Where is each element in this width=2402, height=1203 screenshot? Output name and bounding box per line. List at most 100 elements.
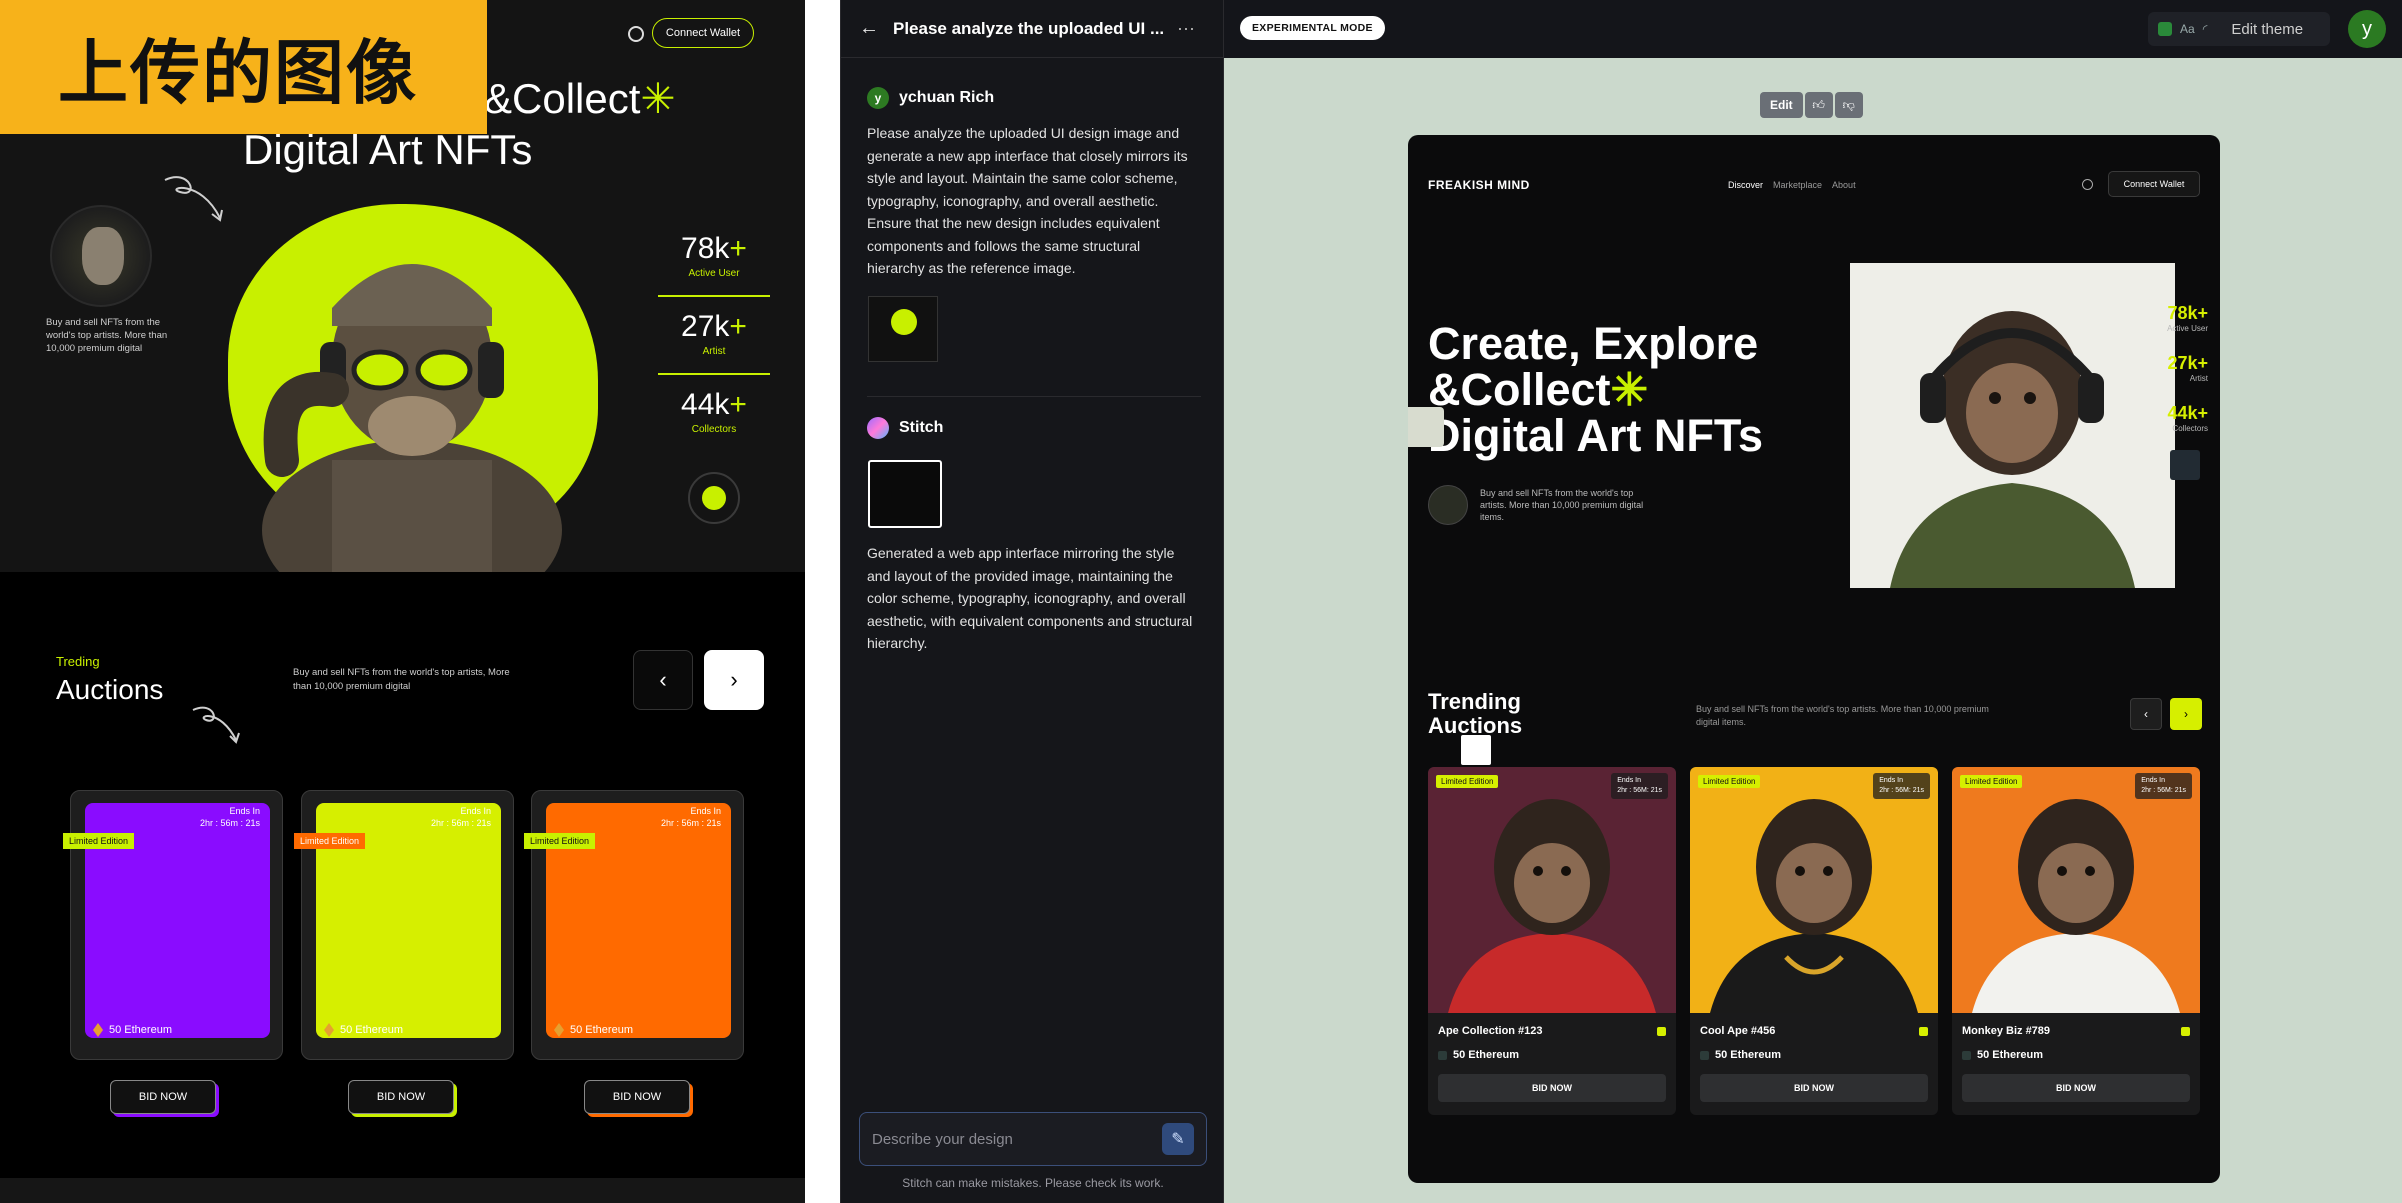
seal-icon	[688, 472, 740, 524]
thumbs-up-icon[interactable]: 👍︎	[1804, 92, 1833, 118]
auction-card[interactable]: Limited Edition Ends In 2hr : 56M: 21s Ap…	[1428, 767, 1676, 1115]
nav-about[interactable]: About	[1832, 180, 1856, 190]
preview-stat: 78k+ Active User	[2114, 303, 2208, 333]
stat-suffix: +	[729, 232, 747, 265]
attached-image-thumbnail[interactable]	[868, 296, 938, 362]
card-price: 50 Ethereum	[1962, 1049, 2043, 1061]
reference-headline-text: &Collect	[484, 75, 641, 122]
reference-bid-button: BID NOW	[110, 1080, 216, 1114]
stat-value: 27k+	[2167, 353, 2208, 373]
auction-card[interactable]: Limited Edition Ends In 2hr : 56M: 21s Co…	[1690, 767, 1938, 1115]
floating-marker	[1461, 735, 1491, 765]
limited-edition-tag: Limited Edition	[63, 833, 135, 849]
reference-bid-button: BID NOW	[584, 1080, 690, 1114]
theme-color-swatch	[2158, 22, 2172, 36]
ethereum-icon	[1438, 1050, 1447, 1060]
time-left: 2hr : 56m : 21s	[430, 818, 491, 828]
stat-divider	[658, 373, 770, 375]
ends-label: Ends In	[1617, 777, 1641, 784]
user-message-header: y ychuan Rich	[867, 87, 994, 109]
side-widget-icon[interactable]	[2170, 450, 2200, 480]
stat-value: 78k+	[2167, 303, 2208, 323]
reference-stat: 78k+ Active User	[660, 232, 768, 279]
status-dot	[1657, 1027, 1666, 1036]
stat-label: Artist	[702, 346, 726, 357]
asterisk-icon: ✳	[640, 75, 676, 122]
chevron-right-icon[interactable]: ›	[2170, 698, 2202, 730]
time-left: 2hr : 56m : 21s	[660, 818, 721, 828]
reference-stat: 27k+ Artist	[660, 310, 768, 357]
reference-bid-button: BID NOW	[348, 1080, 454, 1114]
thumbs-down-icon[interactable]: 👎︎	[1834, 92, 1863, 118]
ends-in-badge: Ends In 2hr : 56M: 21s	[1873, 773, 1930, 799]
stat-value: 44k	[681, 388, 730, 421]
chevron-left-icon[interactable]: ‹	[2130, 698, 2162, 730]
stat-label: Artist	[2189, 374, 2208, 383]
user-message: Please analyze the uploaded UI design im…	[867, 125, 1188, 276]
user-avatar: y	[867, 87, 889, 109]
back-arrow-icon[interactable]: ←	[859, 17, 879, 40]
preview-stat: 44k+ Collectors	[2114, 403, 2208, 433]
card-title: Cool Ape #456	[1700, 1025, 1776, 1037]
experimental-mode-badge[interactable]: EXPERIMENTAL MODE	[1240, 16, 1385, 40]
preview-headline: Create, Explore &Collect✳ Digital Art NF…	[1428, 321, 1848, 459]
pen-icon: ✎	[1171, 1131, 1185, 1148]
generated-design-thumbnail[interactable]	[868, 460, 942, 528]
headline-line-3: Digital Art NFTs	[1428, 410, 1763, 461]
card-title: Monkey Biz #789	[1962, 1025, 2051, 1037]
card-price: 50 Ethereum	[1700, 1049, 1781, 1061]
time-left: 2hr : 56M: 21s	[1879, 787, 1924, 794]
ends-label: Ends In	[2141, 777, 2165, 784]
nav-marketplace[interactable]: Marketplace	[1773, 180, 1822, 190]
headline-collect: &Collect	[1428, 364, 1611, 415]
card-title: Ape Collection #123	[1438, 1025, 1543, 1037]
bot-name: Stitch	[899, 419, 944, 436]
search-icon[interactable]	[2082, 179, 2093, 190]
canvas-toolbar: EXPERIMENTAL MODE Aa ◜ Edit theme y	[1224, 0, 2402, 58]
auction-card[interactable]: Limited Edition Ends In 2hr : 56M: 21s Mo…	[1952, 767, 2200, 1115]
ends-label: Ends In	[690, 806, 721, 816]
prompt-box[interactable]: ✎	[859, 1112, 1207, 1166]
send-button[interactable]: ✎	[1162, 1123, 1194, 1155]
card-price: 50 Ethereum	[324, 1023, 403, 1037]
price-text: 50 Ethereum	[1977, 1049, 2044, 1061]
card-artwork	[1428, 767, 1676, 1013]
account-avatar[interactable]: y	[2348, 10, 2386, 48]
stat-label: Active User	[2167, 324, 2208, 333]
disclaimer: Stitch can make mistakes. Please check i…	[902, 1176, 1164, 1190]
more-options-icon[interactable]: ···	[1177, 18, 1195, 39]
ethereum-icon	[1700, 1050, 1709, 1060]
generated-design-preview: FREAKISH MIND Discover Marketplace About…	[1408, 135, 2220, 1183]
nav-discover[interactable]: Discover	[1728, 180, 1763, 190]
card-price: 50 Ethereum	[93, 1023, 172, 1037]
connect-wallet-button[interactable]: Connect Wallet	[2108, 171, 2200, 197]
stitch-message: Generated a web app interface mirroring …	[867, 545, 1193, 651]
bid-now-button[interactable]: BID NOW	[1700, 1074, 1928, 1102]
preview-nav: Discover Marketplace About	[1728, 180, 1856, 190]
chat-panel: ← Please analyze the uploaded UI ... ···…	[840, 0, 1225, 1203]
preview-logo: FREAKISH MIND	[1428, 178, 1530, 192]
theme-control[interactable]: Aa ◜ Edit theme	[2148, 12, 2330, 46]
reference-avatar	[50, 205, 152, 307]
stitch-message-header: Stitch	[867, 417, 943, 439]
side-tab-handle[interactable]	[1408, 407, 1444, 447]
uploaded-image-badge: 上传的图像	[0, 0, 487, 134]
ends-in-badge: Ends In 2hr : 56M: 21s	[1611, 773, 1668, 799]
reference-auction-card: Limited Edition Ends In 2hr : 56m : 21s 5…	[524, 790, 744, 1060]
design-prompt-input[interactable]	[872, 1130, 1162, 1148]
limited-edition-tag: Limited Edition	[294, 833, 366, 849]
status-dot	[2181, 1027, 2190, 1036]
time-left: 2hr : 56M: 21s	[2141, 787, 2186, 794]
bid-now-button[interactable]: BID NOW	[1962, 1074, 2190, 1102]
bid-now-button[interactable]: BID NOW	[1438, 1074, 1666, 1102]
reference-footer	[0, 1178, 805, 1203]
card-artwork	[1952, 767, 2200, 1013]
card-timer: Ends In 2hr : 56m : 21s	[200, 805, 260, 829]
curly-arrow-icon	[164, 176, 223, 222]
message-divider	[867, 396, 1201, 397]
ethereum-icon	[93, 1023, 103, 1037]
headline-line-1: Create, Explore	[1428, 318, 1759, 369]
limited-edition-tag: Limited Edition	[1698, 775, 1761, 788]
reference-trending-title: Auctions	[56, 674, 164, 705]
edit-button[interactable]: Edit	[1760, 92, 1803, 118]
